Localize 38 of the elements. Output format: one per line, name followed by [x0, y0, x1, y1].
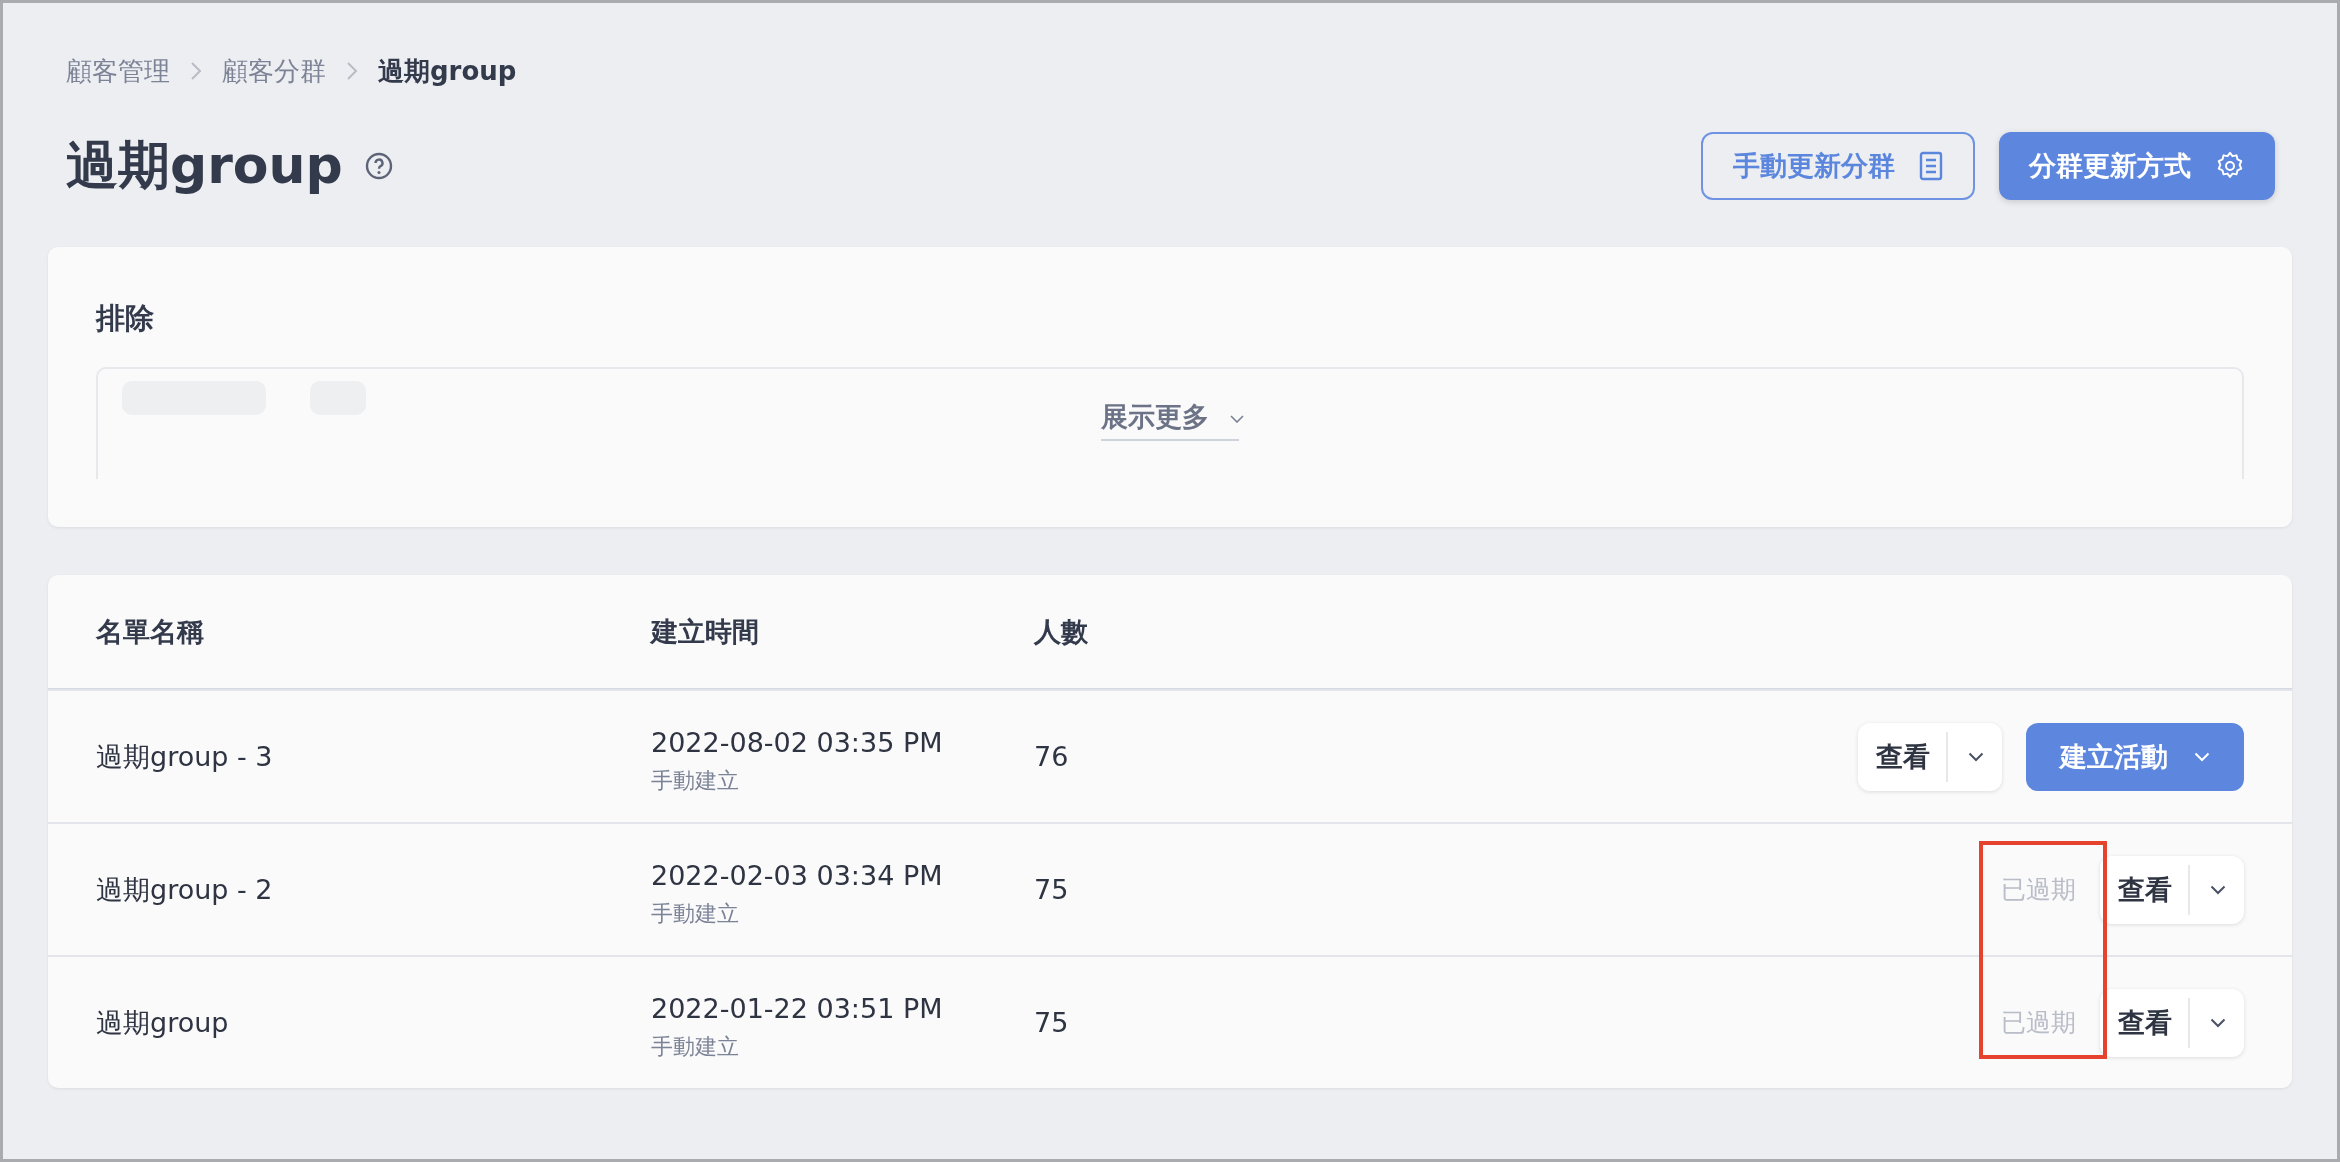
table-cell-text: 2022-01-22 03:51 PM: [651, 993, 944, 1024]
source-label: 手動建立: [651, 1033, 740, 1061]
chevron-down-icon[interactable]: [2210, 1017, 2226, 1028]
table-cell-text: 2022-02-03 03:34 PM: [651, 860, 944, 891]
table-cell-text: 過期group: [96, 1005, 230, 1040]
help-icon[interactable]: [364, 152, 393, 180]
table-cell-text: 過期group - 2: [96, 872, 274, 907]
view-split-button[interactable]: 查看: [1858, 722, 2002, 791]
table-cell-text: 75: [1034, 874, 1070, 905]
view-button[interactable]: 查看: [1858, 731, 1948, 782]
page-title: 過期group: [66, 134, 343, 197]
view-split-button[interactable]: 查看: [2100, 988, 2244, 1057]
source-label: 手動建立: [651, 900, 740, 928]
view-button[interactable]: 查看: [2100, 997, 2190, 1048]
expired-label: 已過期: [2001, 874, 2076, 906]
create-campaign-button[interactable]: 建立活動: [2026, 722, 2244, 791]
chevron-right-icon: [346, 61, 358, 81]
table-cell-text: 過期group - 3: [96, 739, 274, 774]
chevron-down-icon[interactable]: [2210, 884, 2226, 895]
column-header: 人數: [1034, 614, 1089, 649]
view-split-button[interactable]: 查看: [2100, 855, 2244, 924]
table-cell-text: 75: [1034, 1007, 1070, 1038]
column-header: 名單名稱: [96, 614, 205, 649]
chevron-down-icon[interactable]: [1968, 751, 1984, 762]
table-cell-text: 76: [1034, 741, 1070, 772]
document-icon: [1919, 151, 1943, 181]
section-title: 排除: [96, 300, 155, 337]
settings-icon: [2215, 151, 2245, 181]
chevron-right-icon: [190, 61, 202, 81]
chevron-down-icon: [1230, 415, 1244, 423]
update-settings-button[interactable]: 分群更新方式: [1999, 132, 2275, 200]
show-more-link[interactable]: 展示更多: [1101, 399, 1239, 441]
column-header: 建立時間: [651, 614, 760, 649]
view-button[interactable]: 查看: [2100, 864, 2190, 915]
source-label: 手動建立: [651, 767, 740, 795]
chevron-down-icon: [2194, 751, 2210, 762]
expired-label: 已過期: [2001, 1007, 2076, 1039]
table-cell-text: 2022-08-02 03:35 PM: [651, 727, 944, 758]
